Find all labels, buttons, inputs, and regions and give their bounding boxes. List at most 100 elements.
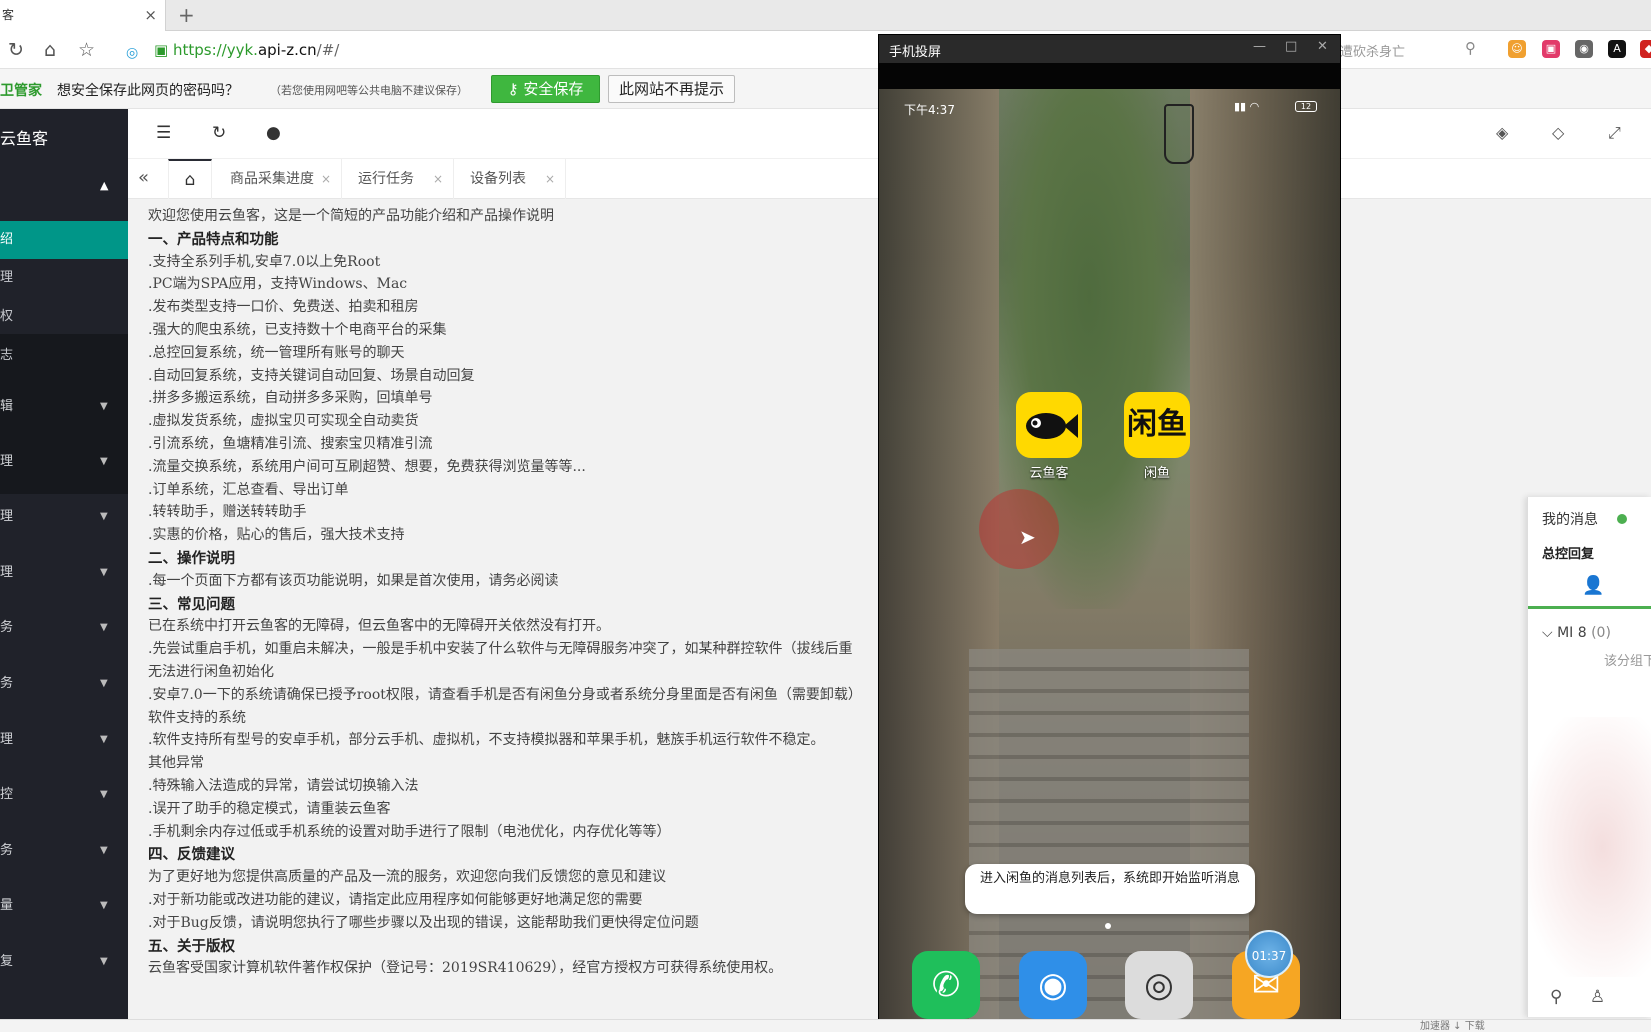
sidebar-item-intro[interactable]: 绍 [0, 221, 128, 259]
mouse-cursor-icon: ➤ [1019, 525, 1036, 549]
app-label-xianyu: 闲鱼 [1143, 466, 1170, 481]
sidebar-group[interactable]: 辑 ▼ [0, 379, 128, 435]
toast-message: 进入闲鱼的消息列表后，系统即开始监听消息 [965, 864, 1255, 914]
caret-down-icon: ▼ [100, 956, 108, 967]
close-icon[interactable]: × [321, 159, 331, 199]
content-line: .订单系统，汇总查看、导出订单 [148, 481, 349, 498]
save-password-question: 想安全保存此网页的密码吗？ [57, 83, 239, 99]
chat-icon[interactable]: ● [266, 123, 281, 143]
sidebar-group[interactable]: 务 ▼ [0, 656, 128, 712]
sidebar-item[interactable]: 志 [0, 337, 128, 375]
content-line: .每一个页面下方都有该页功能说明，如果是首次使用，请务必阅读 [148, 572, 559, 589]
wallpaper-stairs [969, 649, 1249, 1032]
search-icon[interactable]: ⚲ [1550, 987, 1562, 1007]
sidebar-group[interactable]: 量 ▼ [0, 878, 128, 934]
tag-icon[interactable]: ◇ [1552, 123, 1564, 142]
sidebar-group[interactable]: 务 ▼ [0, 600, 128, 656]
tab-product-collect[interactable]: 商品采集进度 × [214, 159, 342, 199]
content-line: .拼多多搬运系统，自动拼多多采购，回填单号 [148, 390, 433, 407]
timer-badge[interactable]: 01:37 [1245, 930, 1293, 978]
sidebar-group-label: 理 [0, 509, 14, 524]
extension-icon[interactable]: ◆ [1640, 40, 1651, 58]
sidebar-group[interactable]: 理 ▼ [0, 489, 128, 545]
sidebar-group-label: 复 [0, 954, 14, 969]
sidebar-group[interactable]: 理 ▼ [0, 545, 128, 601]
browser-status-bar: 加速器 ↓ 下载 [0, 1019, 1651, 1032]
device-group[interactable]: ⌵ MI 8 (0) [1542, 625, 1611, 641]
gamepad-icon[interactable]: ◈ [1496, 123, 1508, 142]
url-path: /#/ [316, 41, 340, 59]
sidebar-item[interactable]: 理 [0, 259, 128, 297]
browser-tab-strip: 客 × + [0, 0, 1651, 31]
section-heading: 三、常见问题 [148, 595, 235, 613]
home-tab[interactable]: ⌂ [168, 159, 212, 199]
phone-mirror-window: 手机投屏 — □ ✕ 下午4:37 ▮▮ ◠ 12 云鱼客 闲鱼 闲鱼 ➤ 进入… [878, 34, 1341, 1032]
sidebar-group[interactable]: 理 ▼ [0, 434, 128, 490]
sidebar-group-label: 辑 [0, 399, 14, 414]
caret-down-icon: ▼ [100, 845, 108, 856]
close-icon[interactable]: ✕ [1317, 39, 1328, 54]
search-icon[interactable]: ⚲ [1465, 39, 1476, 57]
fullscreen-icon[interactable]: ⤢ [1608, 123, 1621, 143]
extension-icon[interactable]: ▣ [1542, 40, 1560, 58]
content-line: 欢迎您使用云鱼客，这是一个简短的产品功能介绍和产品操作说明 [148, 208, 554, 224]
home-icon[interactable]: ⌂ [44, 38, 56, 62]
sidebar-item[interactable]: 权 [0, 298, 128, 336]
camera-app-icon[interactable]: ◎ [1125, 951, 1193, 1019]
new-tab-button[interactable]: + [178, 0, 195, 30]
xianyu-app-icon[interactable]: 闲鱼 [1124, 392, 1190, 458]
content-line: 其他异常 [148, 755, 204, 772]
minimize-icon[interactable]: — [1253, 39, 1266, 54]
sidebar-group-label: 务 [0, 843, 14, 858]
reload-icon[interactable]: ↻ [8, 38, 24, 62]
section-heading: 四、反馈建议 [148, 846, 235, 864]
phone-screen[interactable]: 下午4:37 ▮▮ ◠ 12 云鱼客 闲鱼 闲鱼 ➤ 进入闲鱼的消息列表后，系统… [879, 89, 1340, 1032]
close-icon[interactable]: × [144, 0, 157, 30]
sidebar-group[interactable]: 理 ▼ [0, 712, 128, 768]
tab-running-tasks[interactable]: 运行任务 × [342, 159, 454, 199]
password-save-bar: 卫管家 想安全保存此网页的密码吗？ （若您使用网吧等公共电脑不建议保存） ⚷ 安… [0, 69, 1651, 109]
shirt-icon[interactable]: ♙ [1590, 987, 1605, 1007]
caret-down-icon: ▼ [100, 511, 108, 522]
panel-footer-icons: ⚲ ♙ [1550, 987, 1605, 1007]
url-field[interactable]: ▣ https://yyk.api-z.cn/#/ [130, 40, 339, 60]
avatar-icon[interactable]: ☺ [1508, 40, 1526, 58]
content-line: .对于新功能或改进功能的建议，请指定此应用程序如何能够更好地满足您的需要 [148, 892, 643, 908]
phone-window-titlebar[interactable]: 手机投屏 — □ ✕ [879, 35, 1340, 63]
browser-tab[interactable]: 客 × [0, 0, 166, 31]
phone-app-icon[interactable]: ✆ [912, 951, 980, 1019]
intro-content: 欢迎您使用云鱼客，这是一个简短的产品功能介绍和产品操作说明 一、产品特点和功能 .… [128, 199, 878, 1019]
star-icon[interactable]: ☆ [78, 38, 95, 62]
sidebar-group[interactable]: 务 ▼ [0, 823, 128, 879]
caret-down-icon: ▼ [100, 789, 108, 800]
extension-icon[interactable]: A [1608, 40, 1626, 58]
safe-save-button[interactable]: ⚷ 安全保存 [491, 75, 600, 103]
save-password-hint: （若您使用网吧等公共电脑不建议保存） [270, 84, 468, 97]
close-icon[interactable]: × [545, 159, 555, 199]
url-host: api-z.cn [257, 41, 317, 59]
content-line: .软件支持所有型号的安卓手机，部分云手机、虚拟机，不支持模拟器和苹果手机，魅族手… [148, 732, 825, 749]
tab-device-list[interactable]: 设备列表 × [454, 159, 566, 199]
address-bar: ↻ ⌂ ☆ ◎ ▣ https://yyk.api-z.cn/#/ 遭砍杀身亡 … [0, 31, 1651, 69]
sidebar-group[interactable]: 控 ▼ [0, 767, 128, 823]
user-icon[interactable]: 👤 [1582, 575, 1604, 596]
content-line: .手机剩余内存过低或手机系统的设置对助手进行了限制（电池优化，内存优化等等） [148, 823, 671, 840]
yunyuke-app-icon[interactable] [1016, 392, 1082, 458]
dog-icon[interactable]: ◉ [1575, 40, 1593, 58]
sidebar-group[interactable]: 复 ▼ [0, 934, 128, 990]
refresh-icon[interactable]: ↻ [212, 123, 226, 143]
page-indicator [1105, 923, 1111, 929]
sidebar-group-label: 理 [0, 732, 14, 747]
maximize-icon[interactable]: □ [1285, 39, 1297, 54]
double-chevron-left-icon[interactable]: « [138, 167, 149, 188]
caret-down-icon: ▼ [100, 734, 108, 745]
caret-up-icon[interactable]: ▲ [100, 179, 108, 192]
close-icon[interactable]: × [433, 159, 443, 199]
sidebar-group-label: 理 [0, 565, 14, 580]
never-remind-button[interactable]: 此网站不再提示 [608, 75, 735, 103]
chevron-down-icon: ⌵ [1542, 625, 1558, 641]
menu-collapse-icon[interactable]: ☰ [156, 123, 171, 143]
browser-app-icon[interactable]: ◉ [1019, 951, 1087, 1019]
fish-icon [1026, 413, 1078, 439]
search-field[interactable]: 遭砍杀身亡 [1340, 41, 1405, 60]
